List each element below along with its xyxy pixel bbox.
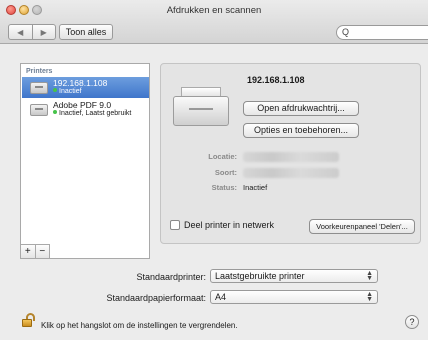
kind-label: Soort: (214, 168, 237, 177)
printer-icon (30, 104, 48, 116)
status-dot-icon (53, 88, 57, 92)
default-printer-label: Standaardprinter: (136, 272, 206, 282)
checkbox-icon[interactable] (170, 220, 180, 230)
selected-printer-name: 192.168.1.108 (247, 75, 305, 85)
help-button[interactable]: ? (405, 315, 419, 329)
default-printer-value: Laatstgebruikte printer (215, 271, 305, 281)
status-value: Inactief (243, 183, 268, 192)
lock-instruction-text: Klik op het hangslot om de instellingen … (41, 321, 238, 330)
status-label: Status: (211, 183, 237, 192)
kind-value-redacted (243, 168, 339, 178)
printer-list-item[interactable]: 192.168.1.108 Inactief (22, 77, 149, 98)
location-label: Locatie: (208, 152, 237, 161)
printer-list: Printers 192.168.1.108 Inactief Adobe PD… (20, 63, 150, 259)
title-bar: Afdrukken en scannen ◀ ▶ Toon alles Q (0, 0, 428, 44)
back-forward-control: ◀ ▶ (8, 24, 56, 40)
options-supplies-button[interactable]: Opties en toebehoren... (243, 123, 359, 138)
status-dot-icon (53, 110, 57, 114)
printer-status: Inactief (53, 88, 82, 95)
updown-arrows-icon: ▲ ▼ (366, 270, 373, 282)
default-paper-label: Standaardpapierformaat: (106, 293, 206, 303)
printer-name: 192.168.1.108 (53, 78, 108, 88)
sharing-preferences-button[interactable]: Voorkeurenpaneel 'Delen'... (309, 219, 415, 234)
printer-status-text: Inactief, Laatst gebruikt (59, 110, 132, 117)
open-print-queue-button[interactable]: Open afdrukwachtrij... (243, 101, 359, 116)
printer-status-text: Inactief (59, 88, 82, 95)
printer-icon (30, 82, 48, 94)
default-paper-select[interactable]: A4 ▲ ▼ (210, 290, 378, 304)
show-all-button[interactable]: Toon alles (59, 24, 113, 40)
printer-list-item[interactable]: Adobe PDF 9.0 Inactief, Laatst gebruikt (22, 99, 149, 120)
forward-arrow-icon[interactable]: ▶ (33, 25, 56, 39)
printer-name: Adobe PDF 9.0 (53, 100, 112, 110)
search-icon: Q (342, 27, 350, 37)
location-value-redacted (243, 152, 339, 162)
window-title: Afdrukken en scannen (166, 5, 262, 16)
printer-image (173, 84, 229, 126)
search-field[interactable]: Q (336, 25, 428, 40)
printer-detail-panel: 192.168.1.108 Open afdrukwachtrij... Opt… (160, 63, 421, 244)
share-printer-label: Deel printer in netwerk (184, 220, 275, 230)
remove-printer-button[interactable]: − (36, 245, 50, 258)
list-add-remove-control: + − (20, 244, 50, 259)
default-printer-select[interactable]: Laatstgebruikte printer ▲ ▼ (210, 269, 378, 283)
padlock-icon[interactable] (22, 313, 35, 327)
share-printer-checkbox[interactable]: Deel printer in netwerk (170, 220, 274, 230)
printer-status: Inactief, Laatst gebruikt (53, 110, 131, 117)
default-paper-value: A4 (215, 292, 227, 302)
back-arrow-icon[interactable]: ◀ (9, 25, 33, 39)
printer-list-header: Printers (26, 68, 53, 75)
add-printer-button[interactable]: + (21, 245, 36, 258)
updown-arrows-icon: ▲ ▼ (366, 291, 373, 303)
